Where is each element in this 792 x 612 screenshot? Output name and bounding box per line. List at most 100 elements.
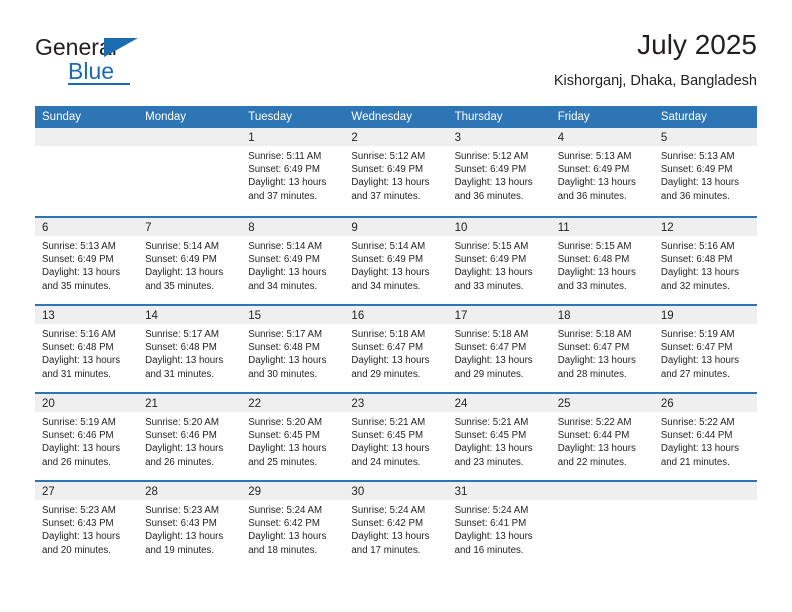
calendar-day-cell[interactable]: 24 Sunrise: 5:21 AM Sunset: 6:45 PM Dayligh… bbox=[447, 394, 551, 480]
daylight-text: Daylight: 13 hours and 34 minutes. bbox=[351, 267, 430, 292]
calendar-day-cell[interactable]: 28 Sunrise: 5:23 AM Sunset: 6:43 PM Dayligh… bbox=[138, 482, 242, 568]
daylight-text: Daylight: 13 hours and 37 minutes. bbox=[248, 177, 327, 202]
calendar-day-cell[interactable]: 11 Sunrise: 5:15 AM Sunset: 6:48 PM Dayligh… bbox=[550, 218, 654, 304]
calendar-day-cell[interactable]: 19 Sunrise: 5:19 AM Sunset: 6:47 PM Dayligh… bbox=[653, 306, 757, 392]
calendar-day-cell[interactable]: 30 Sunrise: 5:24 AM Sunset: 6:42 PM Dayligh… bbox=[344, 482, 448, 568]
day-number-band: 14 bbox=[138, 306, 242, 324]
logo-text-blue: Blue bbox=[68, 58, 115, 84]
sunset-text: Sunset: 6:49 PM bbox=[248, 164, 320, 176]
sunrise-text: Sunrise: 5:23 AM bbox=[42, 505, 116, 516]
sunrise-text: Sunrise: 5:11 AM bbox=[248, 151, 322, 162]
calendar-day-cell[interactable]: 10 Sunrise: 5:15 AM Sunset: 6:49 PM Dayligh… bbox=[447, 218, 551, 304]
day-number-band: 25 bbox=[550, 394, 654, 412]
calendar-day-cell[interactable]: 7 Sunrise: 5:14 AM Sunset: 6:49 PM Daylight… bbox=[138, 218, 242, 304]
sunrise-text: Sunrise: 5:19 AM bbox=[42, 417, 116, 428]
calendar-day-cell[interactable]: 15 Sunrise: 5:17 AM Sunset: 6:48 PM Dayligh… bbox=[241, 306, 345, 392]
daylight-text: Daylight: 13 hours and 29 minutes. bbox=[351, 355, 430, 380]
calendar-day-cell[interactable]: 3 Sunrise: 5:12 AM Sunset: 6:49 PM Daylight… bbox=[447, 128, 551, 216]
dow-saturday: Saturday bbox=[660, 111, 707, 123]
calendar-day-cell[interactable]: 4 Sunrise: 5:13 AM Sunset: 6:49 PM Daylight… bbox=[550, 128, 654, 216]
page-title: July 2025 bbox=[637, 29, 757, 60]
sunrise-text: Sunrise: 5:21 AM bbox=[351, 417, 426, 428]
calendar-day-cell[interactable]: 13 Sunrise: 5:16 AM Sunset: 6:48 PM Dayligh… bbox=[35, 306, 139, 392]
day-number-band: 11 bbox=[550, 218, 654, 236]
sunrise-text: Sunrise: 5:24 AM bbox=[248, 505, 323, 516]
daylight-text: Daylight: 13 hours and 27 minutes. bbox=[660, 355, 739, 380]
calendar-day-cell[interactable]: 18 Sunrise: 5:18 AM Sunset: 6:47 PM Dayligh… bbox=[550, 306, 654, 392]
sunset-text: Sunset: 6:42 PM bbox=[351, 518, 424, 530]
sunset-text: Sunset: 6:43 PM bbox=[42, 518, 114, 530]
calendar-day-cell[interactable]: 17 Sunrise: 5:18 AM Sunset: 6:47 PM Dayligh… bbox=[447, 306, 551, 392]
calendar-day-cell[interactable]: 20 Sunrise: 5:19 AM Sunset: 6:46 PM Dayligh… bbox=[35, 394, 139, 480]
daylight-text: Daylight: 13 hours and 25 minutes. bbox=[248, 443, 327, 468]
day-number-band: 16 bbox=[344, 306, 448, 324]
day-sun-info: Sunrise: 5:14 AM Sunset: 6:49 PM Daylight:… bbox=[344, 236, 447, 293]
day-number-band: 19 bbox=[653, 306, 757, 324]
day-number-band bbox=[35, 128, 139, 146]
sunset-text: Sunset: 6:49 PM bbox=[454, 164, 527, 176]
calendar-day-cell[interactable]: 26 Sunrise: 5:22 AM Sunset: 6:44 PM Dayligh… bbox=[653, 394, 757, 480]
day-number-band: 21 bbox=[138, 394, 242, 412]
day-sun-info: Sunrise: 5:18 AM Sunset: 6:47 PM Daylight:… bbox=[448, 324, 551, 381]
sunset-text: Sunset: 6:44 PM bbox=[557, 430, 630, 442]
calendar-day-cell[interactable]: 31 Sunrise: 5:24 AM Sunset: 6:41 PM Dayligh… bbox=[447, 482, 551, 568]
day-sun-info: Sunrise: 5:24 AM Sunset: 6:42 PM Daylight:… bbox=[344, 500, 447, 557]
sunset-text: Sunset: 6:44 PM bbox=[660, 430, 733, 442]
sunrise-text: Sunrise: 5:24 AM bbox=[454, 505, 529, 516]
calendar-day-cell[interactable]: 23 Sunrise: 5:21 AM Sunset: 6:45 PM Dayligh… bbox=[344, 394, 448, 480]
sunset-text: Sunset: 6:48 PM bbox=[145, 342, 217, 354]
calendar-day-cell[interactable]: 6 Sunrise: 5:13 AM Sunset: 6:49 PM Daylight… bbox=[35, 218, 139, 304]
day-number: 25 bbox=[557, 398, 571, 410]
sunset-text: Sunset: 6:45 PM bbox=[454, 430, 527, 442]
day-sun-info: Sunrise: 5:18 AM Sunset: 6:47 PM Daylight:… bbox=[344, 324, 447, 381]
day-number: 1 bbox=[248, 132, 255, 144]
sunrise-text: Sunrise: 5:14 AM bbox=[351, 241, 426, 252]
generalblue-logo[interactable]: General Blue bbox=[35, 34, 175, 90]
day-number-band bbox=[550, 482, 654, 500]
day-number: 15 bbox=[248, 310, 262, 322]
day-number-band: 22 bbox=[241, 394, 345, 412]
daylight-text: Daylight: 13 hours and 36 minutes. bbox=[557, 177, 636, 202]
calendar-day-cell[interactable]: 1 Sunrise: 5:11 AM Sunset: 6:49 PM Daylight… bbox=[241, 128, 345, 216]
sunrise-text: Sunrise: 5:22 AM bbox=[660, 417, 735, 428]
day-number: 22 bbox=[248, 398, 262, 410]
day-sun-info: Sunrise: 5:24 AM Sunset: 6:42 PM Daylight:… bbox=[241, 500, 344, 557]
sunset-text: Sunset: 6:49 PM bbox=[660, 164, 733, 176]
daylight-text: Daylight: 13 hours and 19 minutes. bbox=[145, 531, 224, 556]
calendar-day-cell[interactable]: 22 Sunrise: 5:20 AM Sunset: 6:45 PM Dayligh… bbox=[241, 394, 345, 480]
day-number: 19 bbox=[660, 310, 674, 322]
day-number-band: 15 bbox=[241, 306, 345, 324]
calendar-day-cell[interactable]: 8 Sunrise: 5:14 AM Sunset: 6:49 PM Daylight… bbox=[241, 218, 345, 304]
daylight-text: Daylight: 13 hours and 37 minutes. bbox=[351, 177, 430, 202]
calendar-day-cell[interactable]: 5 Sunrise: 5:13 AM Sunset: 6:49 PM Daylight… bbox=[653, 128, 757, 216]
day-sun-info: Sunrise: 5:21 AM Sunset: 6:45 PM Daylight:… bbox=[344, 412, 447, 469]
sunrise-text: Sunrise: 5:16 AM bbox=[660, 241, 735, 252]
day-number-band: 5 bbox=[653, 128, 757, 146]
calendar-day-cell[interactable]: 9 Sunrise: 5:14 AM Sunset: 6:49 PM Daylight… bbox=[344, 218, 448, 304]
calendar-day-cell[interactable]: 29 Sunrise: 5:24 AM Sunset: 6:42 PM Dayligh… bbox=[241, 482, 345, 568]
calendar-day-cell[interactable]: 12 Sunrise: 5:16 AM Sunset: 6:48 PM Dayligh… bbox=[653, 218, 757, 304]
sunset-text: Sunset: 6:49 PM bbox=[42, 254, 114, 266]
sunrise-text: Sunrise: 5:20 AM bbox=[248, 417, 323, 428]
calendar-day-cell[interactable]: 25 Sunrise: 5:22 AM Sunset: 6:44 PM Dayligh… bbox=[550, 394, 654, 480]
calendar-day-cell[interactable]: 27 Sunrise: 5:23 AM Sunset: 6:43 PM Dayligh… bbox=[35, 482, 139, 568]
calendar-day-cell[interactable]: 2 Sunrise: 5:12 AM Sunset: 6:49 PM Daylight… bbox=[344, 128, 448, 216]
day-sun-info: Sunrise: 5:12 AM Sunset: 6:49 PM Daylight:… bbox=[448, 146, 551, 203]
day-number-band bbox=[138, 128, 242, 146]
day-number-band: 3 bbox=[447, 128, 551, 146]
calendar-day-cell[interactable]: 21 Sunrise: 5:20 AM Sunset: 6:46 PM Dayligh… bbox=[138, 394, 242, 480]
calendar-day-cell[interactable]: 14 Sunrise: 5:17 AM Sunset: 6:48 PM Dayligh… bbox=[138, 306, 242, 392]
sunset-text: Sunset: 6:47 PM bbox=[660, 342, 733, 354]
dow-monday: Monday bbox=[145, 111, 187, 123]
day-sun-info: Sunrise: 5:21 AM Sunset: 6:45 PM Daylight:… bbox=[448, 412, 551, 469]
calendar-day-cell[interactable]: 16 Sunrise: 5:18 AM Sunset: 6:47 PM Dayligh… bbox=[344, 306, 448, 392]
day-number: 6 bbox=[42, 222, 49, 234]
sunrise-text: Sunrise: 5:18 AM bbox=[351, 329, 426, 340]
day-number: 3 bbox=[454, 132, 461, 144]
sunrise-text: Sunrise: 5:15 AM bbox=[557, 241, 632, 252]
sunset-text: Sunset: 6:48 PM bbox=[557, 254, 630, 266]
day-number-band: 13 bbox=[35, 306, 139, 324]
daylight-text: Daylight: 13 hours and 26 minutes. bbox=[145, 443, 224, 468]
day-number-band: 10 bbox=[447, 218, 551, 236]
day-number: 24 bbox=[454, 398, 468, 410]
